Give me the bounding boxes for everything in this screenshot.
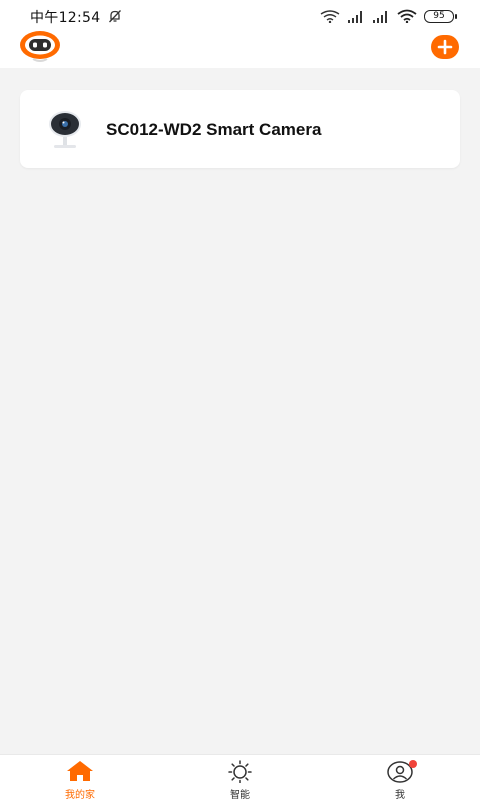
status-icons: 95	[320, 9, 457, 23]
profile-icon-wrap	[385, 759, 417, 783]
tab-my-home[interactable]: 我的家	[0, 755, 160, 800]
tab-label-smart: 智能	[230, 790, 250, 800]
bell-muted-icon	[109, 10, 121, 23]
tab-smart[interactable]: 智能	[160, 755, 320, 800]
sun-icon	[228, 760, 252, 783]
tab-label-my-home: 我的家	[65, 790, 95, 800]
add-device-button[interactable]	[431, 35, 459, 59]
tab-me[interactable]: 我	[320, 755, 480, 800]
plus-icon	[437, 39, 453, 55]
hd-wifi-icon	[320, 9, 340, 23]
status-time: 中午12:54	[30, 10, 101, 26]
status-bar: 中午12:54 95	[0, 0, 480, 32]
signal-icon-2	[373, 10, 387, 23]
signal-icon	[348, 10, 362, 23]
bottom-tab-bar: 我的家 智能 我	[0, 754, 480, 800]
device-card[interactable]: SC012-WD2 Smart Camera	[20, 90, 460, 168]
app-bar	[0, 31, 480, 68]
tab-label-me: 我	[395, 790, 405, 800]
wifi-icon	[397, 9, 417, 23]
camera-icon	[49, 111, 81, 148]
home-icon	[67, 761, 93, 781]
notification-badge	[409, 760, 417, 768]
device-name: SC012-WD2 Smart Camera	[106, 120, 322, 139]
robot-logo-icon	[20, 31, 60, 62]
device-list: SC012-WD2 Smart Camera	[0, 68, 480, 754]
battery-indicator: 95	[424, 9, 457, 23]
